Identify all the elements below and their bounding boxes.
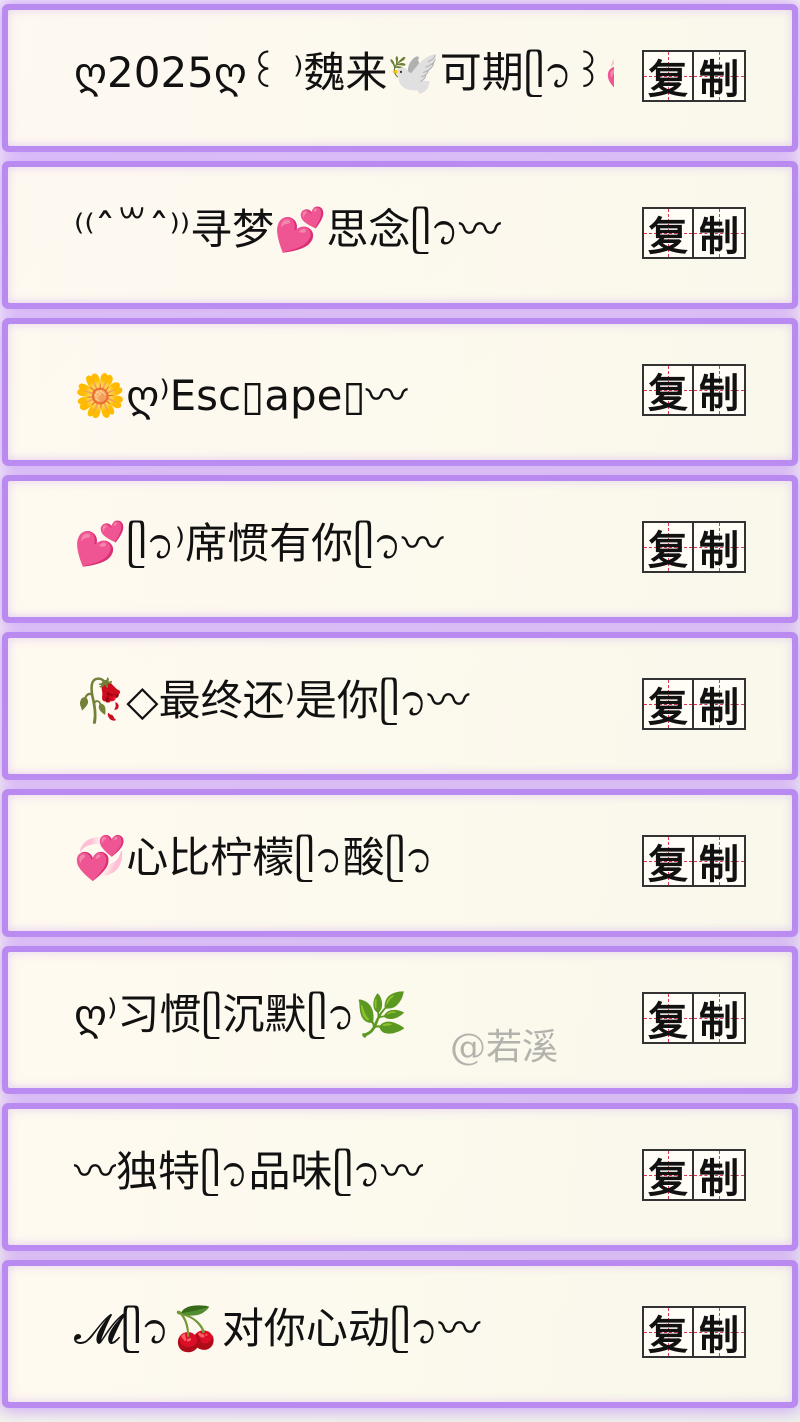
copy-char-cell: 制	[694, 992, 746, 1045]
copy-char-cell: 制	[694, 364, 746, 417]
list-item: 🌼ღ⁾Esc▯ape▯〰 复 制	[8, 324, 792, 460]
copy-char-cell: 制	[694, 835, 746, 888]
copy-char-cell: 复	[642, 1306, 694, 1359]
copy-button[interactable]: 复 制	[642, 521, 746, 574]
watermark: @若溪	[450, 1027, 559, 1068]
nickname-text: ღ2025ღ꒰ ⁾魏来🕊️可期ᥫ᭡꒱💞	[74, 47, 614, 97]
copy-char-cell: 制	[694, 1149, 746, 1202]
nickname-text: 🌼ღ⁾Esc▯ape▯〰	[74, 370, 408, 420]
copy-char-cell: 复	[642, 1149, 694, 1202]
copy-char-cell: 复	[642, 364, 694, 417]
copy-button[interactable]: 复 制	[642, 992, 746, 1045]
copy-button[interactable]: 复 制	[642, 364, 746, 417]
list-item: 〰独特ᥫ᭡品味ᥫ᭡〰 复 制	[8, 1109, 792, 1245]
list-item: ⁽⁽ˆ꒳ˆ⁾⁾寻梦💕思念ᥫ᭡〰 复 制	[8, 167, 792, 303]
copy-char-cell: 复	[642, 207, 694, 260]
copy-char-cell: 复	[642, 521, 694, 574]
copy-button[interactable]: 复 制	[642, 1149, 746, 1202]
copy-char-cell: 制	[694, 50, 746, 103]
copy-char-cell: 制	[694, 207, 746, 260]
list-item: 𝓜ᥫ᭡🍒对你心动ᥫ᭡〰 复 制	[8, 1266, 792, 1402]
list-item: ღ⁾习惯ᥫ沉默ᥫ᭡🌿 复 制	[8, 952, 792, 1088]
nickname-text: 💞心比柠檬ᥫ᭡酸ᥫ᭡	[74, 832, 434, 882]
list-item: 💞心比柠檬ᥫ᭡酸ᥫ᭡ 复 制	[8, 795, 792, 931]
copy-char-cell: 复	[642, 678, 694, 731]
copy-char-cell: 复	[642, 835, 694, 888]
nickname-text: 💕ᥫ᭡⁾席惯有你ᥫ᭡〰	[74, 518, 444, 568]
list-item: 💕ᥫ᭡⁾席惯有你ᥫ᭡〰 复 制	[8, 481, 792, 617]
list-item: ღ2025ღ꒰ ⁾魏来🕊️可期ᥫ᭡꒱💞 复 制	[8, 10, 792, 146]
copy-button[interactable]: 复 制	[642, 835, 746, 888]
nickname-text: 〰独特ᥫ᭡品味ᥫ᭡〰	[74, 1146, 424, 1196]
nickname-text: 𝓜ᥫ᭡🍒对你心动ᥫ᭡〰	[74, 1303, 481, 1353]
nickname-text: 🥀◇最终还⁾是你ᥫ᭡〰	[74, 675, 470, 725]
list-item: 🥀◇最终还⁾是你ᥫ᭡〰 复 制	[8, 638, 792, 774]
copy-char-cell: 制	[694, 1306, 746, 1359]
copy-button[interactable]: 复 制	[642, 678, 746, 731]
copy-button[interactable]: 复 制	[642, 207, 746, 260]
copy-char-cell: 制	[694, 521, 746, 574]
copy-button[interactable]: 复 制	[642, 50, 746, 103]
copy-char-cell: 制	[694, 678, 746, 731]
copy-char-cell: 复	[642, 50, 694, 103]
nickname-text: ⁽⁽ˆ꒳ˆ⁾⁾寻梦💕思念ᥫ᭡〰	[74, 204, 501, 254]
copy-button[interactable]: 复 制	[642, 1306, 746, 1359]
copy-char-cell: 复	[642, 992, 694, 1045]
